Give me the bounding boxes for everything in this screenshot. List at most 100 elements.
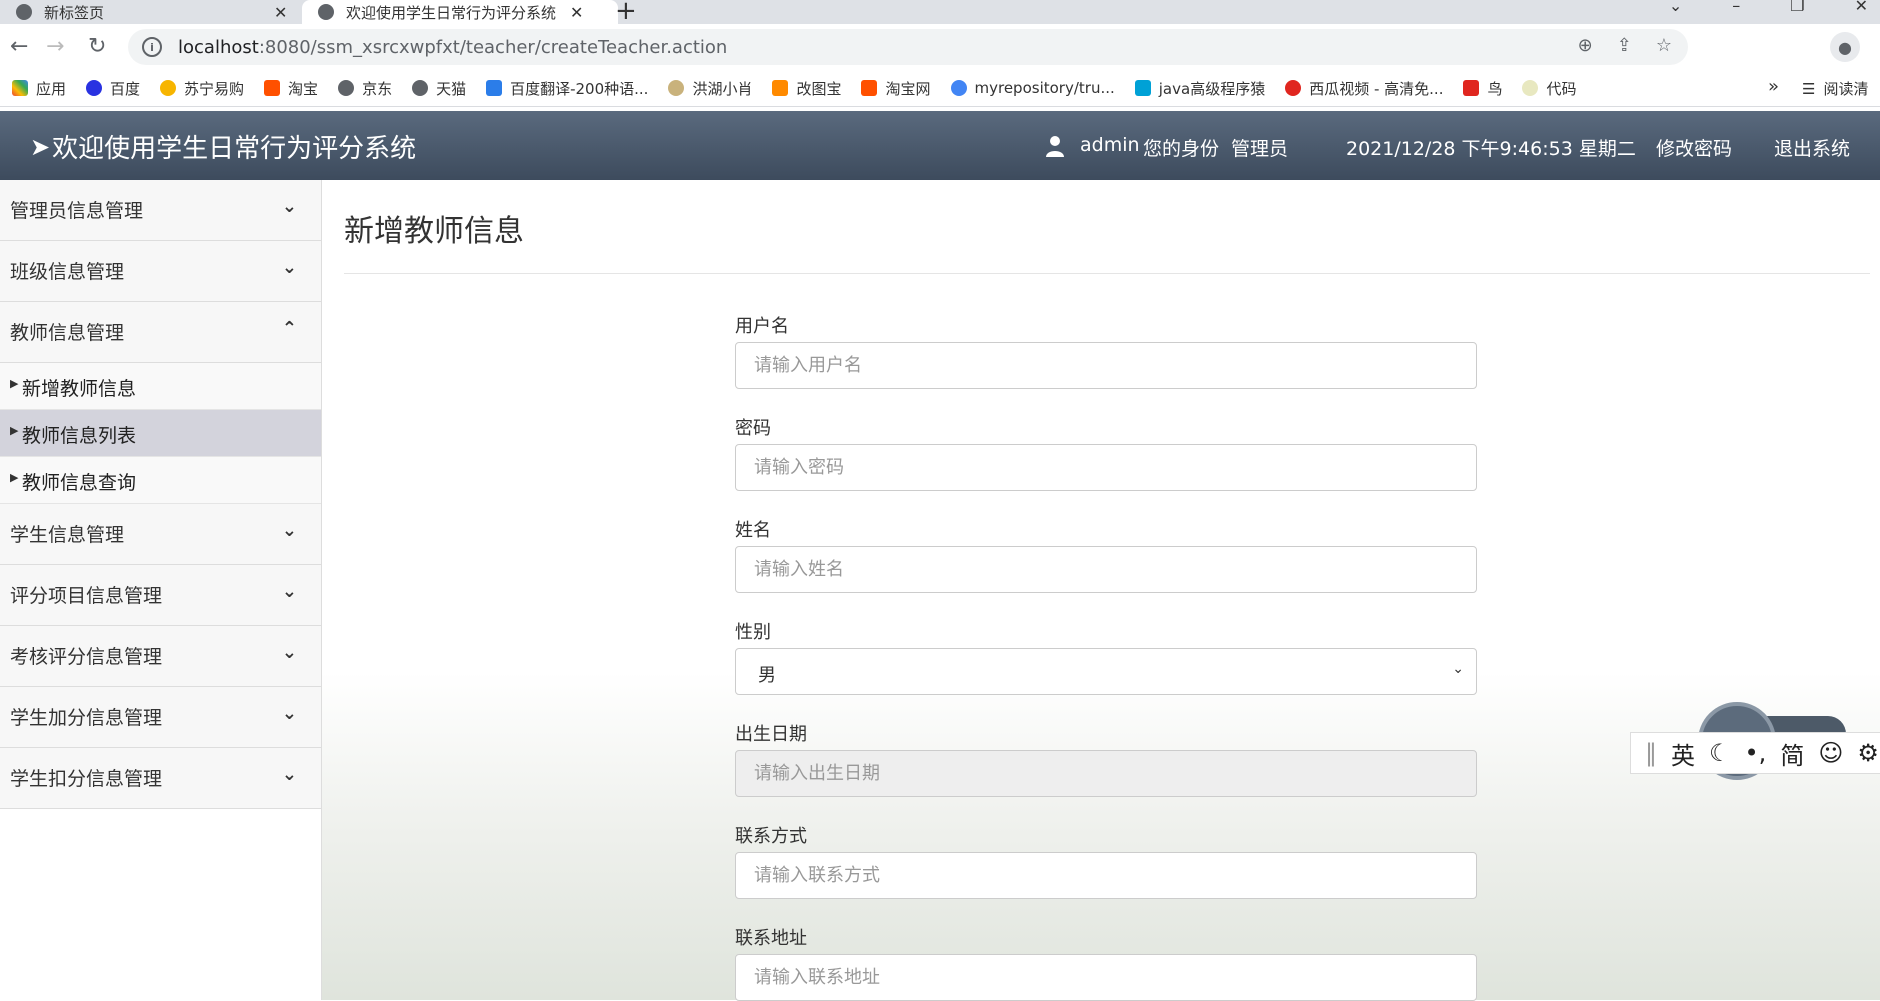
submenu-item-create-teacher[interactable]: ▶ 新增教师信息 — [0, 363, 321, 410]
close-window-icon[interactable]: ✕ — [1855, 0, 1868, 15]
birthdate-input[interactable] — [735, 750, 1477, 797]
address-bar[interactable]: i localhost:8080/ssm_xsrcxwpfxt/teacher/… — [128, 29, 1688, 65]
globe-icon — [338, 80, 355, 96]
emoji-icon[interactable]: ☺ — [1818, 739, 1843, 767]
change-password-link[interactable]: 修改密码 — [1656, 134, 1732, 161]
bookmark-item[interactable]: java高级程序猿 — [1134, 78, 1265, 99]
main-content: 新增教师信息 用户名 密码 姓名 性别 男 ⌄ 出生日期 联系方式 联系地址 — [322, 180, 1880, 1001]
menu-group-scoring-items[interactable]: 评分项目信息管理 ⌄ — [0, 565, 321, 626]
bookmark-item[interactable]: 百度翻译-200种语... — [486, 78, 648, 99]
apps-grid-icon — [12, 80, 28, 96]
menu-group-admin[interactable]: 管理员信息管理 ⌄ — [0, 180, 321, 241]
bookmark-item[interactable]: 淘宝 — [264, 78, 318, 99]
punctuation-icon[interactable]: •, — [1745, 739, 1767, 767]
username-input[interactable] — [735, 342, 1477, 389]
bookmark-item[interactable]: 天猫 — [412, 78, 466, 99]
bookmark-item[interactable]: 西瓜视频 - 高清免... — [1285, 78, 1443, 99]
bookmark-item[interactable]: 代码 — [1522, 78, 1577, 99]
caret-right-icon: ▶ — [10, 424, 19, 437]
url-text[interactable]: localhost:8080/ssm_xsrcxwpfxt/teacher/cr… — [178, 37, 727, 58]
phone-input[interactable] — [735, 852, 1477, 899]
menu-group-class[interactable]: 班级信息管理 ⌄ — [0, 241, 321, 302]
xigua-icon — [1285, 80, 1302, 96]
ime-toolbar[interactable]: ‖ 英 ☾ •, 简 ☺ ⚙ — [1630, 732, 1880, 774]
chevron-down-icon: ⌄ — [281, 196, 297, 217]
browser-tab-newtab[interactable]: 新标签页 ✕ — [16, 0, 296, 24]
submenu-item-teacher-list[interactable]: ▶ 教师信息列表 — [0, 410, 321, 457]
chevron-down-icon: ⌄ — [1452, 661, 1464, 677]
star-icon[interactable]: ☆ — [1656, 35, 1672, 56]
gender-select[interactable]: 男 ⌄ — [735, 648, 1477, 695]
chevron-up-icon: ⌃ — [281, 318, 297, 339]
username: admin — [1080, 134, 1140, 156]
chrome-icon — [950, 80, 967, 96]
bookmark-item[interactable]: myrepository/tru... — [950, 79, 1115, 97]
submenu-item-teacher-query[interactable]: ▶ 教师信息查询 — [0, 457, 321, 504]
reading-list-icon: ☰ — [1802, 79, 1816, 98]
zoom-icon[interactable]: ⊕ — [1578, 35, 1593, 56]
reload-icon[interactable]: ↻ — [88, 34, 106, 59]
ime-charset[interactable]: 简 — [1780, 736, 1804, 771]
browser-tab-active[interactable]: 欢迎使用学生日常行为评分系统 ✕ — [302, 0, 618, 24]
menu-group-teacher[interactable]: 教师信息管理 ⌃ — [0, 302, 321, 363]
bookmark-item[interactable]: 洪湖小肖 — [668, 78, 752, 99]
password-field-group: 密码 — [735, 414, 1477, 491]
close-icon[interactable]: ✕ — [570, 3, 583, 22]
bookmark-apps[interactable]: 应用 — [12, 78, 66, 99]
bookmark-item[interactable]: 淘宝网 — [861, 78, 931, 99]
globe-icon — [412, 80, 429, 96]
bilibili-icon — [1134, 80, 1151, 96]
chevron-down-icon: ⌄ — [281, 257, 297, 278]
menu-group-bonus[interactable]: 学生加分信息管理 ⌄ — [0, 687, 321, 748]
drag-handle-icon[interactable]: ‖ — [1645, 739, 1657, 767]
bookmark-item[interactable]: 改图宝 — [772, 78, 841, 99]
divider — [344, 273, 1870, 274]
paper-plane-icon: ➤ — [30, 132, 51, 161]
suning-icon — [160, 80, 177, 96]
field-label: 出生日期 — [735, 724, 807, 745]
avatar-icon — [668, 80, 685, 96]
bookmark-item[interactable]: 百度 — [86, 78, 140, 99]
bookmarks-more-icon[interactable]: » — [1768, 76, 1779, 97]
address-input[interactable] — [735, 954, 1477, 1001]
logout-link[interactable]: 退出系统 — [1774, 134, 1850, 161]
app-header: ➤ 欢迎使用学生日常行为评分系统 admin 您的身份 管理员 2021/12/… — [0, 111, 1880, 180]
fanyi-icon — [486, 80, 503, 96]
menu-group-assessment[interactable]: 考核评分信息管理 ⌄ — [0, 626, 321, 687]
gaitubao-icon — [772, 80, 789, 96]
info-icon[interactable]: i — [142, 37, 162, 57]
close-icon[interactable]: ✕ — [274, 3, 287, 22]
minimize-icon[interactable]: – — [1732, 0, 1740, 15]
bookmarks-bar: 应用 百度 苏宁易购 淘宝 京东 天猫 百度翻译-200种语... 洪湖小肖 改… — [0, 70, 1880, 107]
baidu-icon — [86, 80, 103, 96]
restore-icon[interactable]: ❐ — [1790, 0, 1804, 15]
tab-search-icon[interactable]: ⌄ — [1669, 0, 1682, 15]
ime-lang[interactable]: 英 — [1671, 736, 1695, 771]
field-label: 姓名 — [735, 520, 771, 541]
phone-field-group: 联系方式 — [735, 822, 1477, 899]
caret-right-icon: ▶ — [10, 377, 19, 390]
tab-title: 新标签页 — [44, 3, 105, 22]
browser-tab-strip: 新标签页 ✕ 欢迎使用学生日常行为评分系统 ✕ + ⌄ – ❐ ✕ — [0, 0, 1880, 26]
gear-icon[interactable]: ⚙ — [1857, 739, 1879, 767]
name-field-group: 姓名 — [735, 516, 1477, 593]
reading-list[interactable]: ☰ 阅读清 — [1802, 78, 1868, 99]
chevron-down-icon: ⌄ — [281, 642, 297, 663]
identity-value: 管理员 — [1231, 138, 1289, 160]
password-input[interactable] — [735, 444, 1477, 491]
bookmark-item[interactable]: 京东 — [338, 78, 392, 99]
back-icon[interactable]: ← — [10, 34, 28, 59]
name-input[interactable] — [735, 546, 1477, 593]
chevron-down-icon: ⌄ — [281, 520, 297, 541]
new-tab-icon[interactable]: + — [615, 0, 637, 26]
moon-icon[interactable]: ☾ — [1709, 739, 1731, 767]
globe-icon — [318, 4, 334, 20]
bookmark-item[interactable]: 鸟 — [1463, 78, 1502, 99]
bookmark-item[interactable]: 苏宁易购 — [160, 78, 244, 99]
menu-group-student[interactable]: 学生信息管理 ⌄ — [0, 504, 321, 565]
menu-group-deduction[interactable]: 学生扣分信息管理 ⌄ — [0, 748, 321, 809]
username-field-group: 用户名 — [735, 312, 1477, 389]
forward-icon[interactable]: → — [46, 34, 64, 59]
share-icon[interactable]: ⇪ — [1617, 35, 1632, 56]
profile-icon[interactable]: ● — [1830, 32, 1860, 62]
